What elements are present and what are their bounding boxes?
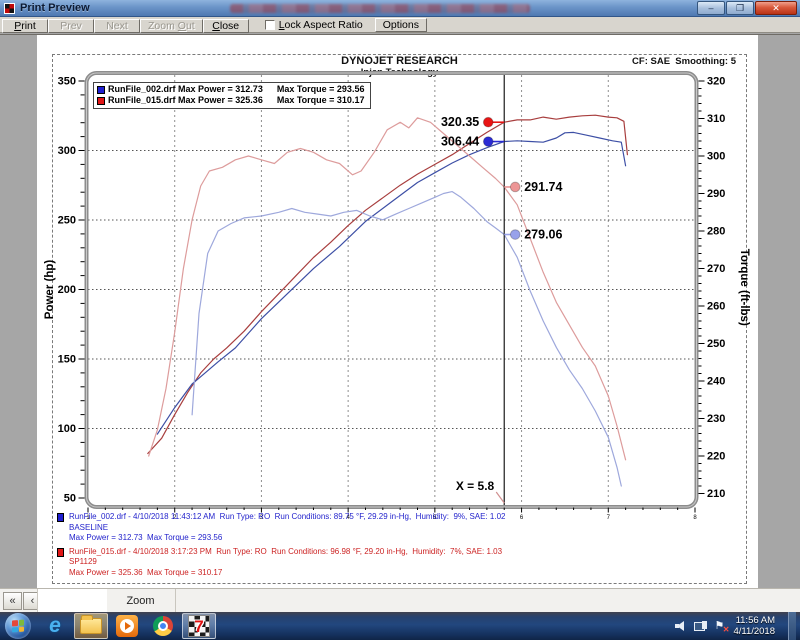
preview-page: DYNOJET RESEARCH Injen Technology CF: SA… (37, 35, 758, 589)
power-axis-label: Power (hp) (44, 260, 56, 320)
maximize-button[interactable]: ❐ (726, 1, 754, 15)
svg-text:100: 100 (58, 423, 76, 435)
svg-text:250: 250 (58, 215, 76, 227)
prev-button: Prev (48, 19, 94, 33)
legend-row: RunFile_015.drf Max Power = 325.36Max To… (97, 95, 364, 106)
footnote-color-swatch (57, 548, 64, 557)
close-button[interactable]: Close (203, 19, 249, 33)
svg-text:7: 7 (607, 515, 611, 521)
options-button[interactable]: Options (375, 18, 427, 32)
run-footnotes: RunFile_002.drf - 4/10/2018 11:43:12 AM … (57, 512, 505, 581)
taskbar-item-internet-explorer[interactable]: e (38, 613, 72, 639)
footnote-color-swatch (57, 513, 64, 522)
close-window-button[interactable]: ✕ (755, 1, 797, 15)
statusbar-spacer (175, 589, 800, 612)
svg-text:240: 240 (707, 376, 725, 388)
svg-text:250: 250 (707, 338, 725, 350)
cursor-value-label: 320.35 (441, 115, 479, 129)
taskbar-item-chrome[interactable] (146, 613, 180, 639)
run-footnote: RunFile_015.drf - 4/10/2018 3:17:23 PM R… (57, 547, 505, 579)
network-icon[interactable] (694, 621, 707, 631)
next-button: Next (94, 19, 140, 33)
svg-text:210: 210 (707, 488, 725, 500)
taskbar-item-explorer[interactable] (74, 613, 108, 639)
correction-smoothing-note: CF: SAE Smoothing: 5 (632, 56, 736, 67)
titlebar: Print Preview – ❐ ✕ (0, 0, 800, 17)
clock-time: 11:56 AM (733, 615, 775, 626)
start-button[interactable] (5, 613, 31, 639)
titlebar-filename-smudge (230, 4, 530, 13)
print-preview-window: Print Preview – ❐ ✕ PrintPrevNextZoom Ou… (0, 0, 800, 640)
statusbar: «‹›» Page: 1 Zoom (0, 588, 800, 612)
volume-icon[interactable] (675, 621, 687, 631)
svg-text:290: 290 (707, 188, 725, 200)
show-desktop-button[interactable] (788, 612, 796, 640)
svg-text:270: 270 (707, 263, 725, 275)
svg-text:280: 280 (707, 226, 725, 238)
legend-row: RunFile_002.drf Max Power = 312.73Max To… (97, 84, 364, 95)
media-player-icon (116, 615, 138, 637)
legend-color-swatch (97, 97, 105, 105)
svg-text:300: 300 (58, 145, 76, 157)
preview-workspace: DYNOJET RESEARCH Injen Technology CF: SA… (0, 34, 800, 588)
print-button[interactable]: Print (2, 19, 48, 33)
taskbar-item-media-player[interactable] (110, 613, 144, 639)
svg-text:320: 320 (707, 76, 725, 88)
svg-text:260: 260 (707, 301, 725, 313)
action-center-flag-icon[interactable]: ⚑✕ (714, 620, 726, 632)
legend-color-swatch (97, 86, 105, 94)
zoom-indicator[interactable]: Zoom (105, 589, 175, 612)
toolbar: PrintPrevNextZoom OutClose Lock Aspect R… (0, 17, 800, 33)
winpep-7-icon: 7 (188, 615, 210, 637)
svg-text:50: 50 (64, 493, 76, 505)
lock-aspect-ratio-control[interactable]: Lock Aspect Ratio (265, 19, 363, 31)
run-footnote: RunFile_002.drf - 4/10/2018 11:43:12 AM … (57, 512, 505, 544)
zoom-out-button: Zoom Out (140, 19, 203, 33)
lock-aspect-ratio-checkbox[interactable] (265, 20, 275, 30)
first-page-button[interactable]: « (3, 592, 22, 610)
cursor-x-label: X = 5.8 (456, 479, 495, 493)
svg-text:300: 300 (707, 151, 725, 163)
window-title: Print Preview (20, 2, 90, 14)
svg-text:6: 6 (520, 515, 524, 521)
svg-text:8: 8 (693, 515, 697, 521)
clock-date: 4/11/2018 (733, 626, 775, 637)
dyno-chart: 1234567850100150200250300350210220230240… (40, 69, 755, 521)
folder-icon (80, 618, 102, 634)
svg-text:350: 350 (58, 76, 76, 88)
series-power_015 (148, 115, 628, 453)
lock-aspect-ratio-label: Lock Aspect Ratio (279, 19, 363, 31)
chrome-icon (153, 616, 173, 636)
chart-legend: RunFile_002.drf Max Power = 312.73Max To… (93, 82, 371, 109)
cursor-value-label: 279.06 (524, 228, 562, 242)
cursor-value-label: 291.74 (524, 180, 562, 194)
system-tray: ⚑✕ 11:56 AM 4/11/2018 (675, 612, 800, 640)
minimize-button[interactable]: – (697, 1, 725, 15)
winpep-app-icon (4, 3, 15, 14)
taskbar-item-winpep[interactable]: 7 (182, 613, 216, 639)
torque-axis-label: Torque (ft-lbs) (738, 249, 750, 326)
svg-text:200: 200 (58, 284, 76, 296)
cursor-value-label: 306.44 (441, 135, 479, 149)
svg-text:220: 220 (707, 451, 725, 463)
taskbar: e 7 ⚑✕ 11:56 AM 4/11/2018 (0, 612, 800, 640)
svg-text:150: 150 (58, 354, 76, 366)
series-power_002 (157, 132, 625, 434)
internet-explorer-icon: e (49, 616, 61, 636)
taskbar-clock[interactable]: 11:56 AM 4/11/2018 (733, 615, 781, 637)
windows-logo-icon (12, 620, 24, 633)
series-torque_015 (149, 118, 626, 460)
svg-text:310: 310 (707, 113, 725, 125)
svg-text:230: 230 (707, 413, 725, 425)
